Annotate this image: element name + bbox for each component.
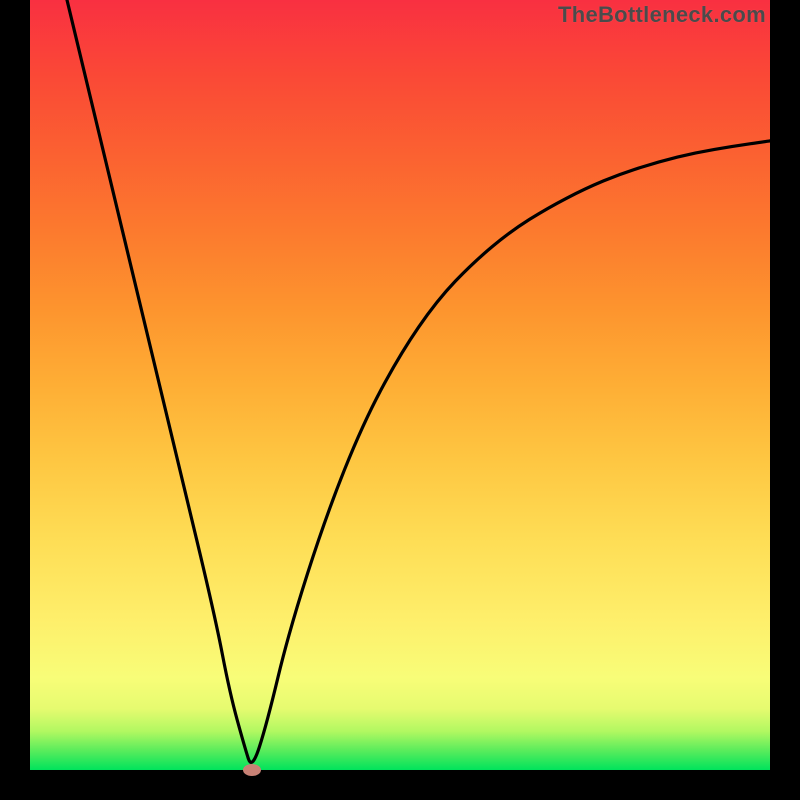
chart-frame: TheBottleneck.com bbox=[0, 0, 800, 800]
plot-area bbox=[30, 0, 770, 770]
